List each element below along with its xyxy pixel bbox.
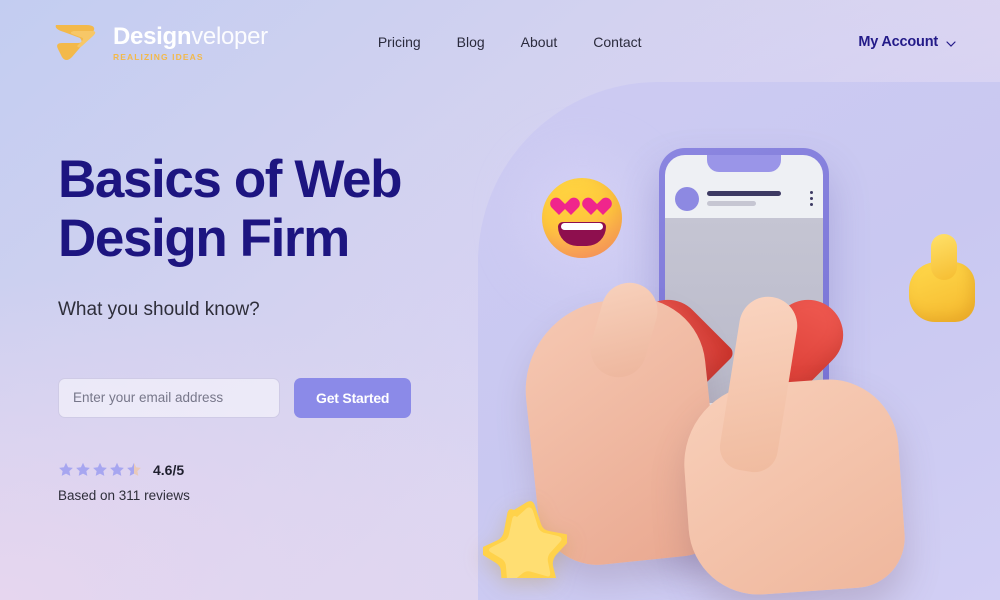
star-icon — [59, 462, 73, 476]
get-started-button[interactable]: Get Started — [294, 377, 412, 418]
star-icon — [93, 462, 107, 476]
heart-eyes-emoji — [542, 178, 622, 258]
star-icon — [76, 462, 90, 476]
nav-item-pricing[interactable]: Pricing — [378, 34, 421, 50]
thumbs-up-emoji — [905, 234, 983, 326]
logo-wordmark: Designveloper — [113, 22, 268, 50]
signup-form: Get Started — [58, 377, 488, 418]
star-rating — [58, 462, 142, 478]
my-account-menu[interactable]: My Account — [858, 34, 956, 50]
hero-content: Basics of Web Design Firm What you shoul… — [58, 150, 488, 503]
site-logo[interactable]: Designveloper REALIZING IDEAS — [52, 19, 268, 65]
nav-item-about[interactable]: About — [521, 34, 558, 50]
nav-item-blog[interactable]: Blog — [457, 34, 485, 50]
three-dots-icon — [809, 190, 813, 207]
rating-block: 4.6/5 Based on 311 reviews — [58, 462, 488, 503]
logo-tagline: REALIZING IDEAS — [113, 51, 204, 62]
chevron-down-icon — [946, 37, 956, 47]
phone-notch — [707, 155, 781, 172]
page-title: Basics of Web Design Firm — [58, 150, 488, 269]
arrow-chevron-logo-icon — [52, 19, 104, 65]
email-input[interactable] — [58, 377, 280, 418]
hero-subtitle: What you should know? — [58, 298, 260, 320]
rating-score: 4.6/5 — [153, 461, 185, 478]
logo-text: Designveloper REALIZING IDEAS — [113, 23, 268, 62]
title-line-1: Basics of Web — [58, 150, 403, 209]
my-account-label: My Account — [858, 34, 938, 50]
title-line-2: Design Firm — [58, 209, 350, 269]
hero-illustration — [478, 82, 1000, 600]
post-title-lines — [707, 191, 802, 206]
site-header: Designveloper REALIZING IDEAS Pricing Bl… — [0, 0, 1000, 84]
rating-reviews-count: Based on 311 reviews — [58, 487, 190, 503]
star-3d-icon — [479, 494, 570, 592]
star-icon-half — [127, 462, 141, 476]
hand-tapping — [678, 374, 909, 600]
avatar-circle-icon — [675, 186, 699, 211]
nav-item-contact[interactable]: Contact — [593, 34, 641, 50]
star-icon — [110, 462, 124, 476]
main-navigation: Pricing Blog About Contact — [378, 34, 642, 50]
